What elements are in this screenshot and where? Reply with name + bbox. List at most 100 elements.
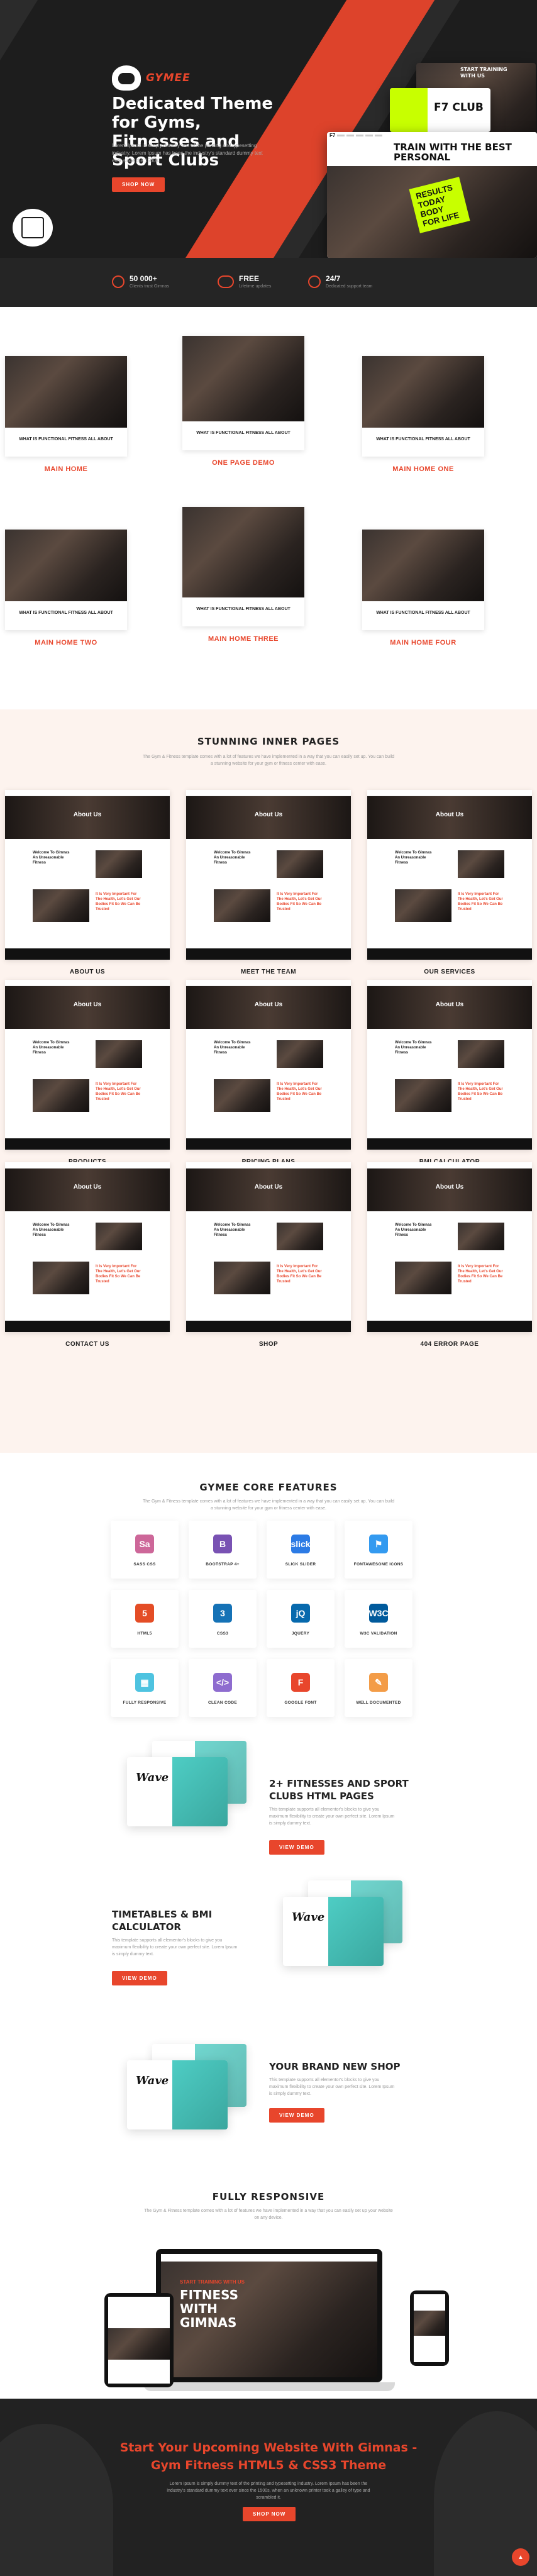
inner-page-label[interactable]: MEET THE TEAM: [186, 969, 351, 975]
css3-icon: 3: [213, 1604, 232, 1623]
shop-now-button[interactable]: Shop Now: [243, 2507, 296, 2521]
inner-page-label[interactable]: ABOUT US: [5, 969, 170, 975]
arrow-up-icon[interactable]: ▲: [512, 2548, 529, 2566]
demo-caption: WHAT IS FUNCTIONAL FITNESS ALL ABOUT: [362, 428, 484, 457]
page-hero-title: About Us: [254, 1001, 283, 1008]
demo-label[interactable]: ONE PAGE DEMO: [182, 459, 304, 467]
demo-label[interactable]: MAIN HOME: [5, 465, 127, 473]
demo-card[interactable]: WHAT IS FUNCTIONAL FITNESS ALL ABOUT ONE…: [182, 336, 304, 467]
inner-page-label[interactable]: 404 ERROR PAGE: [367, 1341, 532, 1348]
page-welcome-text: Welcome To Gimnas An Unreasonable Fitnes…: [395, 851, 432, 865]
stat-item: 50 000+ Clients trust Gimnas: [112, 274, 169, 289]
page-excellence-text: It Is Very Important For The Health, Let…: [277, 892, 322, 911]
mockup-main: F7 TRAIN WITH THE BEST PERSONAL RESULTS …: [327, 132, 537, 258]
inner-pages-section: STUNNING INNER PAGES The Gym & Fitness t…: [0, 709, 537, 1453]
demo-caption: WHAT IS FUNCTIONAL FITNESS ALL ABOUT: [182, 421, 304, 450]
stat-value: FREE: [239, 274, 260, 283]
feature-label: CSS3: [216, 1631, 229, 1636]
mockup-title: TRAIN WITH THE BEST PERSONAL: [394, 142, 512, 163]
demo-card[interactable]: WHAT IS FUNCTIONAL FITNESS ALL ABOUT MAI…: [362, 530, 484, 647]
page-welcome-text: Welcome To Gimnas An Unreasonable Fitnes…: [395, 1223, 432, 1237]
card-logo-text: Wave: [292, 1911, 325, 1924]
inner-page-preview[interactable]: About Us Welcome To Gimnas An Unreasonabl…: [367, 980, 532, 1150]
support-icon: [308, 275, 321, 288]
responsive-icon: ▦: [135, 1673, 154, 1692]
page-welcome-text: Welcome To Gimnas An Unreasonable Fitnes…: [33, 1041, 70, 1055]
demo-card[interactable]: WHAT IS FUNCTIONAL FITNESS ALL ABOUT MAI…: [5, 356, 127, 473]
feature-card: jQ JQUERY: [267, 1590, 335, 1648]
feature-card: ⚑ FONTAWESOME ICONS: [345, 1521, 412, 1579]
feature-card: 3 CSS3: [189, 1590, 257, 1648]
sass-icon: Sa: [135, 1535, 154, 1553]
feature-label: WELL DOCUMENTED: [356, 1701, 401, 1705]
showcase-image: Wave: [270, 1880, 415, 1975]
dumbbell-logo-icon: [112, 65, 141, 91]
feature-label: HTML5: [137, 1631, 152, 1636]
stat-value: 50 000+: [130, 274, 157, 283]
inner-page-label[interactable]: SHOP: [186, 1341, 351, 1348]
showcase-image: Wave: [114, 2044, 259, 2138]
shop-now-button[interactable]: Shop Now: [112, 177, 165, 192]
page-excellence-text: It Is Very Important For The Health, Let…: [96, 892, 141, 911]
inner-page-preview[interactable]: About Us Welcome To Gimnas An Unreasonabl…: [367, 1162, 532, 1332]
feature-label: FONTAWESOME ICONS: [353, 1562, 404, 1567]
cta-section: Start Your Upcoming Website With Gimnas …: [0, 2399, 537, 2576]
page-welcome-text: Welcome To Gimnas An Unreasonable Fitnes…: [214, 1041, 251, 1055]
mockup-brand: F7: [329, 132, 336, 138]
feature-card: B BOOTSTRAP 4+: [189, 1521, 257, 1579]
screen-title: FITNESS WITH GIMNAS: [180, 2287, 239, 2330]
page-welcome-text: Welcome To Gimnas An Unreasonable Fitnes…: [33, 1223, 70, 1237]
stat-label: Clients trust Gimnas: [130, 284, 170, 289]
hero-description: Lorem Ipsum is simply dummy text of the …: [112, 143, 263, 164]
feature-label: SASS CSS: [133, 1562, 156, 1567]
demo-label[interactable]: MAIN HOME FOUR: [362, 639, 484, 647]
feature-card: </> CLEAN CODE: [189, 1659, 257, 1717]
w3c-icon: W3C: [368, 1604, 389, 1623]
feature-label: SLICK SLIDER: [285, 1562, 316, 1567]
view-demo-button[interactable]: View Demo: [269, 2108, 324, 2123]
brand-logo[interactable]: GYMEE: [112, 63, 206, 93]
mockup-club: F7 CLUB: [390, 88, 490, 132]
page-excellence-text: It Is Very Important For The Health, Let…: [458, 1265, 503, 1284]
feature-card: Sa SASS CSS: [111, 1521, 179, 1579]
demo-card[interactable]: WHAT IS FUNCTIONAL FITNESS ALL ABOUT MAI…: [5, 530, 127, 647]
cta-title: Start Your Upcoming Website With Gimnas …: [119, 2441, 418, 2472]
inner-page-preview[interactable]: About Us Welcome To Gimnas An Unreasonabl…: [186, 790, 351, 960]
section-description: The Gym & Fitness template comes with a …: [143, 755, 394, 766]
hero-section: GYMEE Dedicated Theme for Gyms, Fitnesse…: [0, 0, 537, 258]
page-welcome-text: Welcome To Gimnas An Unreasonable Fitnes…: [214, 851, 251, 865]
demo-label[interactable]: MAIN HOME THREE: [182, 635, 304, 643]
demo-caption: WHAT IS FUNCTIONAL FITNESS ALL ABOUT: [182, 597, 304, 626]
document-icon: ✎: [369, 1673, 388, 1692]
view-demo-button[interactable]: View Demo: [269, 1840, 324, 1855]
responsive-section: FULLY RESPONSIVE The Gym & Fitness templ…: [0, 2176, 537, 2399]
demo-label[interactable]: MAIN HOME TWO: [5, 639, 127, 647]
inner-page-label[interactable]: OUR SERVICES: [367, 969, 532, 975]
inner-page-preview[interactable]: About Us Welcome To Gimnas An Unreasonabl…: [5, 980, 170, 1150]
stat-value: 24/7: [326, 274, 341, 283]
page-hero-title: About Us: [435, 811, 464, 818]
page-welcome-text: Welcome To Gimnas An Unreasonable Fitnes…: [33, 851, 70, 865]
feature-card: ✎ WELL DOCUMENTED: [345, 1659, 412, 1717]
feature-label: BOOTSTRAP 4+: [206, 1562, 240, 1567]
inner-page-preview[interactable]: About Us Welcome To Gimnas An Unreasonabl…: [367, 790, 532, 960]
block-description: This template supports all elementor's b…: [269, 1807, 395, 1826]
inner-page-preview[interactable]: About Us Welcome To Gimnas An Unreasonabl…: [186, 980, 351, 1150]
page-excellence-text: It Is Very Important For The Health, Let…: [458, 1082, 503, 1101]
cta-description: Lorem Ipsum is simply dummy text of the …: [167, 2482, 370, 2500]
demo-card[interactable]: WHAT IS FUNCTIONAL FITNESS ALL ABOUT MAI…: [362, 356, 484, 473]
demo-label[interactable]: MAIN HOME ONE: [362, 465, 484, 473]
stat-label: Dedicated support team: [326, 284, 373, 289]
section-description: The Gym & Fitness template comes with a …: [144, 2209, 393, 2220]
demo-card[interactable]: WHAT IS FUNCTIONAL FITNESS ALL ABOUT MAI…: [182, 507, 304, 643]
user-icon: [112, 275, 125, 288]
view-demo-button[interactable]: View Demo: [112, 1971, 167, 1985]
inner-page-preview[interactable]: About Us Welcome To Gimnas An Unreasonabl…: [5, 1162, 170, 1332]
page-hero-title: About Us: [254, 811, 283, 818]
page-hero-title: About Us: [73, 1001, 102, 1008]
inner-page-preview[interactable]: About Us Welcome To Gimnas An Unreasonabl…: [186, 1162, 351, 1332]
hero-stripe: [0, 0, 46, 113]
page-hero-title: About Us: [435, 1184, 464, 1191]
inner-page-label[interactable]: CONTACT US: [5, 1341, 170, 1348]
inner-page-preview[interactable]: About Us Welcome To Gimnas An Unreasonabl…: [5, 790, 170, 960]
